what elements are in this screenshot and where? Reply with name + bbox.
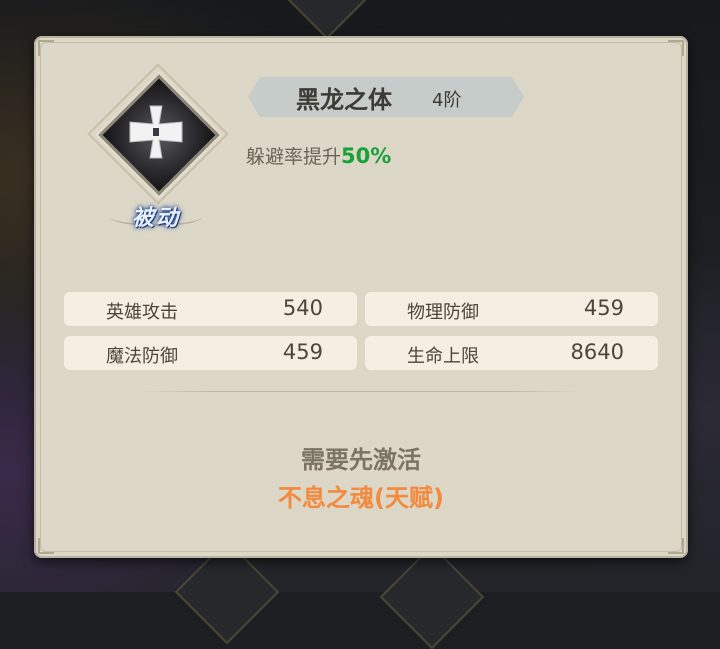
- skill-rank: 4阶: [432, 90, 462, 111]
- panel-corner: [38, 538, 54, 554]
- effect-text: 躲避率提升: [246, 146, 342, 168]
- stat-row-hero-attack: 英雄攻击 540: [64, 292, 357, 326]
- panel-corner: [668, 40, 684, 56]
- skill-name: 黑龙之体: [296, 86, 392, 114]
- skill-icon: 被动: [70, 63, 240, 246]
- stat-label: 魔法防御: [106, 346, 178, 367]
- stat-row-physical-defense: 物理防御 459: [365, 292, 658, 326]
- stat-row-max-hp: 生命上限 8640: [365, 336, 658, 370]
- stat-label: 物理防御: [407, 302, 479, 323]
- iron-cross-icon: [129, 105, 183, 159]
- skill-detail-panel: 被动 黑龙之体 4阶 躲避率提升50% 英雄攻击 540 物理防御 459 魔法…: [34, 36, 688, 558]
- divider: [142, 391, 580, 392]
- stat-label: 英雄攻击: [106, 302, 178, 323]
- stat-value: 8640: [570, 340, 624, 364]
- passive-label: 被动: [131, 206, 180, 231]
- stat-value: 540: [282, 296, 323, 320]
- effect-value: 50%: [341, 144, 392, 168]
- stat-label: 生命上限: [407, 346, 479, 367]
- panel-corner: [668, 538, 684, 554]
- panel-corner: [38, 40, 54, 56]
- requirement-item: 不息之魂(天赋): [278, 484, 444, 512]
- stat-row-magic-defense: 魔法防御 459: [64, 336, 357, 370]
- skill-effect: 躲避率提升50%: [246, 142, 391, 169]
- stat-value: 459: [282, 340, 323, 364]
- stat-value: 459: [583, 296, 624, 320]
- requirement-title: 需要先激活: [301, 446, 421, 474]
